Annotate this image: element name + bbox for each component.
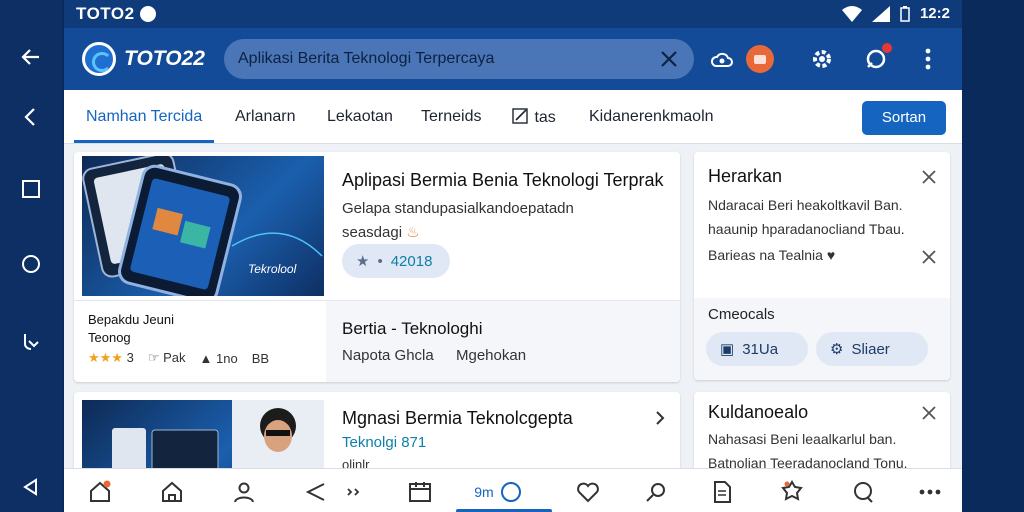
stats-row: ★★★ 3 ☞ Pak ▲ 1no BB — [88, 350, 269, 366]
brand-name: TOTO22 — [124, 47, 205, 70]
side-line-1: Nahasasi Beni leaalkarlul ban. — [708, 431, 897, 447]
article-desc: Gelapa standupasialkandoepatadn — [342, 200, 574, 217]
category-tabs: Namhan Tercida Arlanarn Lekaotan Terneid… — [64, 90, 962, 144]
active-tab-indicator — [74, 140, 214, 143]
back-triangle-icon[interactable] — [14, 470, 48, 504]
bottom-nav-center[interactable]: 9m — [468, 479, 528, 505]
home-icon[interactable] — [86, 479, 114, 505]
side-card-title: Kuldanoealo — [708, 402, 809, 422]
folder-icon: ▣ — [720, 341, 735, 358]
stars-stat: ★★★ 3 — [88, 350, 134, 365]
side-line-1: Ndaracai Beri heakoltkavil Ban. — [708, 197, 903, 213]
gear-icon[interactable] — [806, 43, 838, 75]
heart-icon[interactable] — [574, 479, 602, 505]
side-line-3: Barieas na Tealnia ♥ — [708, 247, 836, 263]
section-panel: Bertia - Teknologhi Napota Ghcla Mgehoka… — [326, 301, 680, 382]
gear-badge-icon[interactable] — [778, 479, 806, 505]
edit-icon — [512, 108, 528, 124]
tab-6[interactable]: Kidanerenkmaoln — [589, 108, 714, 126]
close-icon[interactable] — [922, 406, 938, 422]
rating-value: 42018 — [390, 252, 433, 270]
system-nav-rail — [0, 0, 62, 512]
cloud-sync-icon[interactable] — [706, 43, 738, 75]
search-icon[interactable] — [642, 479, 670, 505]
views-stat: ▲ 1no — [199, 350, 238, 366]
right-margin — [962, 0, 1024, 512]
status-bar: TOTO2 12:2 — [64, 0, 962, 28]
article-thumbnail: Tekrolool — [82, 152, 324, 304]
more-vert-icon[interactable] — [912, 43, 944, 75]
brand-logo-icon[interactable] — [82, 42, 116, 76]
tab-2[interactable]: Arlanarn — [235, 108, 295, 126]
notification-badge — [882, 43, 892, 53]
caption-title: Bepakdu Jeuni — [88, 312, 175, 327]
section-right[interactable]: Mgehokan — [456, 347, 526, 364]
tab-home[interactable]: Namhan Tercida — [86, 108, 202, 126]
article-desc-2: seasdagi ♨ — [342, 224, 420, 241]
rating-chip[interactable]: ★ • 42018 — [342, 244, 450, 278]
sort-button[interactable]: Sortan — [862, 101, 946, 135]
status-dot-icon — [140, 6, 156, 22]
chevron-right-icon[interactable] — [654, 410, 670, 426]
section-left[interactable]: Napota Ghcla — [342, 347, 434, 364]
article-card[interactable]: Tekrolool Aplipasi Bermia Benia Teknolog… — [74, 152, 680, 382]
caption-sub: Teonog — [88, 330, 131, 345]
circle-icon — [500, 482, 521, 502]
close-icon[interactable] — [922, 250, 938, 266]
thumb-icon: ☞ — [147, 350, 160, 365]
thumbnail-caption: Tekrolool — [248, 262, 297, 276]
user-icon[interactable] — [230, 479, 258, 505]
section-title: Bertia - Teknologhi — [342, 319, 483, 338]
bottom-nav: 9m — [64, 468, 962, 512]
chart-icon: ▲ — [199, 350, 213, 366]
article-title: Mgnasi Bermia Teknolcgepta — [342, 408, 573, 428]
recents-square-icon[interactable] — [14, 172, 48, 206]
clock: 12:2 — [919, 5, 950, 22]
tab-4[interactable]: Terneids — [421, 108, 481, 126]
close-icon[interactable] — [922, 170, 938, 186]
signal-icon — [871, 5, 890, 22]
app-bar: TOTO22 Aplikasi Berita Teknologi Terperc… — [64, 28, 962, 90]
house-icon[interactable] — [158, 479, 186, 505]
star-icon: ★ — [356, 253, 370, 270]
back-arrow-icon[interactable] — [14, 40, 48, 74]
side-card[interactable]: Herarkan Ndaracai Beri heakoltkavil Ban.… — [694, 152, 950, 380]
side-chip-1[interactable]: ▣ 31Ua — [706, 332, 808, 366]
side-section-title: Cmeocals — [708, 306, 775, 323]
double-chevron-icon[interactable] — [340, 479, 368, 505]
profile-avatar-icon[interactable] — [744, 43, 776, 75]
tab-5[interactable]: tas — [512, 108, 556, 127]
side-card-title: Herarkan — [708, 166, 783, 186]
wifi-icon — [841, 5, 862, 22]
tab-3[interactable]: Lekaotan — [327, 108, 393, 126]
like-stat[interactable]: ☞ Pak — [148, 350, 186, 366]
puzzle-icon: ⚙ — [830, 341, 844, 358]
side-section: Cmeocals ▣ 31Ua ⚙ Sliaer — [694, 298, 950, 380]
notifications-icon[interactable] — [860, 43, 892, 75]
search-value: Aplikasi Berita Teknologi Terpercaya — [238, 50, 495, 67]
clear-search-icon[interactable] — [658, 48, 680, 70]
document-icon[interactable] — [708, 479, 736, 505]
gesture-icon[interactable] — [14, 325, 48, 359]
chat-icon[interactable] — [850, 479, 878, 505]
article-sub: Teknolgi 871 — [342, 434, 427, 451]
side-chip-2[interactable]: ⚙ Sliaer — [816, 332, 928, 366]
calendar-icon[interactable] — [406, 479, 434, 505]
tab-5-label: tas — [534, 109, 556, 126]
search-input[interactable]: Aplikasi Berita Teknologi Terpercaya — [224, 39, 694, 79]
extra-stat: BB — [251, 350, 270, 366]
carrier-label: TOTO2 — [76, 4, 135, 23]
app-window: TOTO2 12:2 TOTO22 Aplikasi Berita Teknol… — [64, 0, 962, 512]
battery-icon — [900, 5, 910, 22]
share-icon[interactable] — [302, 479, 330, 505]
article-title: Aplipasi Bermia Benia Teknologi Terprak — [342, 170, 664, 190]
center-label: 9m — [474, 484, 494, 500]
side-line-2: haaunip hparadanocliand Tbau. — [708, 221, 905, 237]
home-circle-icon[interactable] — [14, 247, 48, 281]
more-horiz-icon[interactable] — [916, 479, 944, 505]
chevron-left-icon[interactable] — [14, 100, 48, 134]
